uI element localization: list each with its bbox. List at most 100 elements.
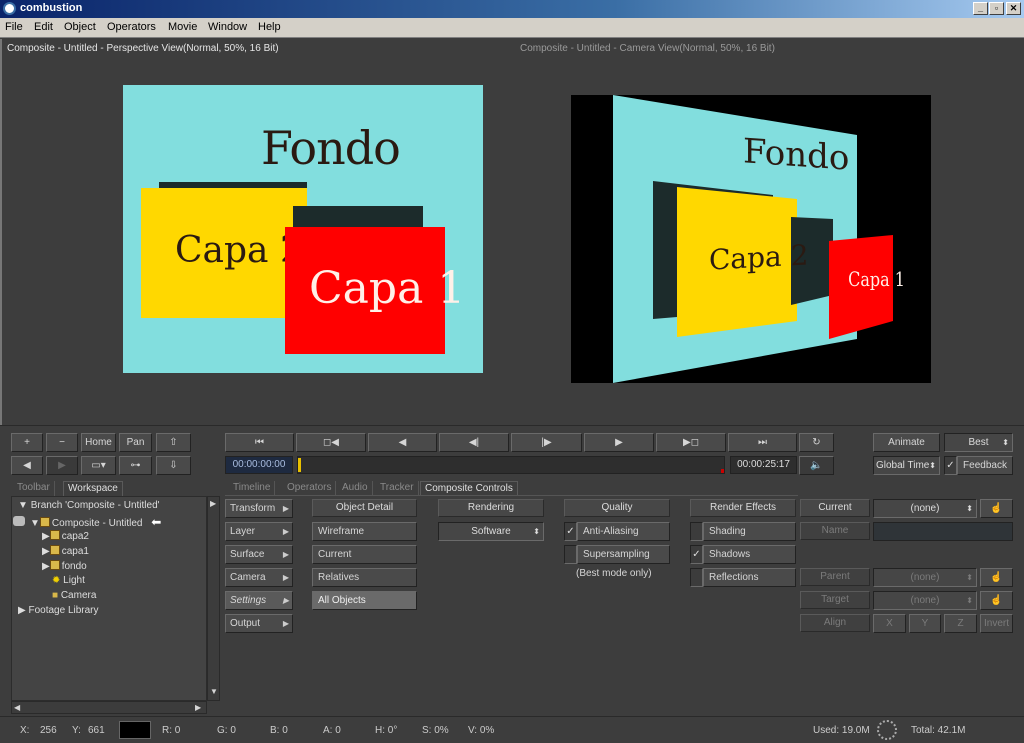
minimize-button[interactable]: _ (973, 2, 988, 15)
shadows-checkbox[interactable]: ✓ (690, 545, 703, 564)
pick-whip-icon[interactable]: ☝ (980, 499, 1013, 518)
animate-button[interactable]: Animate (873, 433, 940, 452)
capa1-layer[interactable]: Capa 1 (285, 227, 465, 354)
quality-select[interactable]: Best ⬍ (944, 433, 1013, 452)
category-transform[interactable]: Transform (225, 499, 293, 518)
tab-operators[interactable]: Operators (283, 481, 337, 496)
tree-footage-library[interactable]: ▶ Footage Library (18, 605, 99, 616)
supersampling-label[interactable]: Supersampling (577, 545, 670, 564)
feedback-checkbox[interactable]: ✓ (944, 456, 957, 475)
tab-tracker[interactable]: Tracker (376, 481, 419, 496)
tree-item-capa2[interactable]: ▶ capa2 (42, 530, 89, 542)
anti-aliasing-label[interactable]: Anti-Aliasing (577, 522, 670, 541)
target-pick-icon[interactable]: ☝ (980, 591, 1013, 610)
align-x-button[interactable]: X (873, 614, 906, 633)
menu-edit[interactable]: Edit (34, 21, 53, 33)
tree-composite[interactable]: ▼ Composite - Untitled ⬅ (30, 515, 161, 529)
tree-horizontal-scrollbar[interactable]: ◀ ▶ (11, 701, 207, 714)
menu-movie[interactable]: Movie (168, 21, 197, 33)
arrow-left-icon: ⬅ (151, 515, 162, 529)
tab-workspace[interactable]: Workspace (63, 481, 123, 496)
tab-composite-controls[interactable]: Composite Controls (420, 481, 518, 496)
layout-icon[interactable]: ▭▾ (81, 456, 116, 475)
current-camera-select[interactable]: (none) ⬍ (873, 499, 977, 518)
play-forward-icon[interactable]: ▶ (584, 433, 654, 452)
parent-pick-icon[interactable]: ☝ (980, 568, 1013, 587)
invert-button[interactable]: Invert (980, 614, 1013, 633)
shading-checkbox[interactable] (690, 522, 703, 541)
rendering-select[interactable]: Software ⬍ (438, 522, 544, 541)
workspace-tree[interactable]: ▼ Branch 'Composite - Untitled' ▼ Composi… (11, 496, 207, 701)
timeline-scrubber[interactable] (297, 456, 725, 474)
step-backward-icon[interactable]: ◀| (439, 433, 509, 452)
audio-icon[interactable]: 🔈 (799, 456, 834, 475)
play-backward-icon[interactable]: ◀ (368, 433, 437, 452)
scroll-left-icon[interactable]: ◀ (14, 703, 20, 712)
menu-object[interactable]: Object (64, 21, 96, 33)
shadows-label[interactable]: Shadows (703, 545, 796, 564)
tree-icon[interactable]: ⊶ (119, 456, 152, 475)
anti-aliasing-checkbox[interactable]: ✓ (564, 522, 577, 541)
set-out-point-icon[interactable]: ▶◻ (656, 433, 726, 452)
tree-vertical-scrollbar[interactable]: ▶ ▼ (207, 496, 220, 701)
tab-timeline[interactable]: Timeline (229, 481, 276, 496)
end-time-field[interactable]: 00:00:25:17 (730, 456, 797, 474)
step-forward-icon[interactable]: |▶ (511, 433, 582, 452)
set-in-point-icon[interactable]: ◻◀ (296, 433, 366, 452)
tree-item-capa1[interactable]: ▶ capa1 (42, 545, 89, 557)
tree-branch[interactable]: ▼ Branch 'Composite - Untitled' (18, 500, 160, 511)
go-to-start-icon[interactable]: ⏮ (225, 433, 294, 452)
zoom-out-button[interactable]: − (46, 433, 78, 452)
target-select[interactable]: (none) ⬍ (873, 591, 977, 610)
download-icon[interactable]: ⇩ (156, 456, 191, 475)
relatives-button[interactable]: Relatives (312, 568, 417, 587)
playhead-icon[interactable] (298, 458, 301, 472)
category-output[interactable]: Output (225, 614, 293, 633)
forward-arrow-icon[interactable]: ▶ (46, 456, 78, 475)
category-layer[interactable]: Layer (225, 522, 293, 541)
upload-icon[interactable]: ⇧ (156, 433, 191, 452)
scroll-up-icon[interactable]: ▶ (210, 499, 216, 508)
category-surface[interactable]: Surface (225, 545, 293, 564)
current-time-field[interactable]: 00:00:00:00 (225, 456, 293, 474)
align-z-button[interactable]: Z (944, 614, 977, 633)
menu-help[interactable]: Help (258, 21, 281, 33)
parent-select[interactable]: (none) ⬍ (873, 568, 977, 587)
tree-item-camera[interactable]: ■ Camera (52, 590, 96, 601)
loop-icon[interactable]: ↻ (799, 433, 834, 452)
perspective-viewport[interactable]: Fondo Capa 2 Capa 1 (123, 85, 483, 373)
camera-viewport[interactable]: Fondo Capa 2 Capa 1 (571, 95, 931, 383)
name-input[interactable] (873, 522, 1013, 541)
category-camera[interactable]: Camera (225, 568, 293, 587)
current-button[interactable]: Current (312, 545, 417, 564)
pan-button[interactable]: Pan (119, 433, 152, 452)
menu-window[interactable]: Window (208, 21, 247, 33)
tab-audio[interactable]: Audio (338, 481, 373, 496)
shading-label[interactable]: Shading (703, 522, 796, 541)
category-settings[interactable]: Settings (225, 591, 293, 610)
align-y-button[interactable]: Y (909, 614, 941, 633)
home-button[interactable]: Home (81, 433, 116, 452)
tree-item-light[interactable]: ✹ Light (52, 575, 85, 586)
tree-item-fondo[interactable]: ▶ fondo (42, 560, 87, 572)
all-objects-button[interactable]: All Objects (312, 591, 417, 610)
close-button[interactable]: ✕ (1006, 2, 1021, 15)
zoom-in-button[interactable]: + (11, 433, 43, 452)
reflections-checkbox[interactable] (690, 568, 703, 587)
supersampling-checkbox[interactable] (564, 545, 577, 564)
rendering-header: Rendering (438, 499, 544, 517)
global-time-select[interactable]: Global Time ⬍ (873, 456, 940, 475)
scroll-down-icon[interactable]: ▼ (210, 687, 218, 696)
menu-file[interactable]: File (5, 21, 23, 33)
eye-icon[interactable] (13, 516, 25, 526)
tab-toolbar[interactable]: Toolbar (13, 481, 55, 496)
maximize-button[interactable]: ▫ (989, 2, 1004, 15)
feedback-label[interactable]: Feedback (957, 456, 1013, 475)
wireframe-button[interactable]: Wireframe (312, 522, 417, 541)
reflections-label[interactable]: Reflections (703, 568, 796, 587)
go-to-end-icon[interactable]: ⏭ (728, 433, 797, 452)
back-arrow-icon[interactable]: ◀ (11, 456, 43, 475)
menu-operators[interactable]: Operators (107, 21, 156, 33)
scroll-right-icon[interactable]: ▶ (195, 703, 201, 712)
capa2-layer[interactable]: Capa 2 (141, 188, 307, 318)
